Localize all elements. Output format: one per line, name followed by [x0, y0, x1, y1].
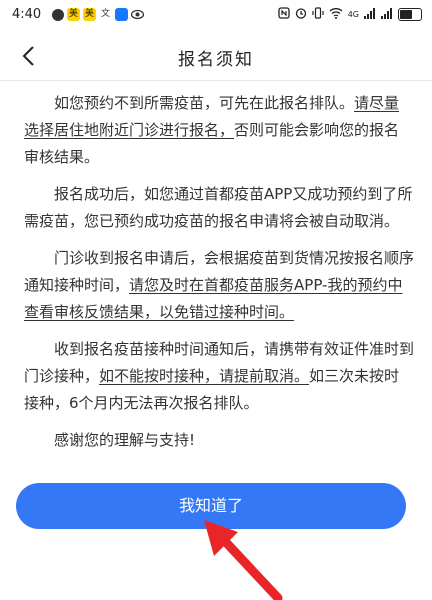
nfc-icon — [278, 7, 290, 22]
signal-icon — [364, 7, 376, 22]
status-time: 4:40 — [12, 7, 42, 22]
notice-content: 如您预约不到所需疫苗，可先在此报名排队。请尽量选择居住地附近门诊进行报名，否则可… — [24, 90, 414, 464]
signal-icon — [381, 7, 393, 22]
alarm-icon — [295, 7, 307, 22]
notice-paragraph-4: 收到报名疫苗接种时间通知后，请携带有效证件准时到门诊接种，如不能按时接种，请提前… — [24, 340, 415, 412]
notice-paragraph-1: 如您预约不到所需疫苗，可先在此报名排队。请尽量选择居住地附近门诊进行报名，否则可… — [24, 94, 400, 166]
notification-icons: 美 美 文 — [52, 8, 145, 21]
network-label: 4G — [347, 10, 359, 19]
text-icon: 文 — [99, 8, 112, 21]
nav-bar: 报名须知 — [0, 32, 432, 81]
system-icons: 4G — [278, 7, 422, 22]
notice-paragraph-2: 报名成功后，如您通过首都疫苗APP又成功预约到了所需疫苗，您已预约成功疫苗的报名… — [24, 185, 413, 230]
wifi-icon — [329, 7, 343, 22]
vibrate-icon — [312, 7, 324, 22]
page-title: 报名须知 — [178, 50, 254, 70]
annotation-arrow-icon — [204, 520, 283, 600]
message-icon — [52, 8, 64, 21]
battery-icon — [398, 8, 422, 21]
notice-paragraph-5: 感谢您的理解与支持! — [54, 431, 196, 449]
eye-icon — [130, 8, 145, 21]
notice-paragraph-3: 门诊收到报名申请后，会根据疫苗到货情况按报名顺序通知接种时间，请您及时在首都疫苗… — [24, 249, 415, 321]
app-icon — [115, 8, 128, 21]
status-bar: 4:40 美 美 文 4G — [0, 0, 432, 30]
meituan-icon: 美 — [67, 8, 80, 21]
meituan-icon: 美 — [83, 8, 96, 21]
